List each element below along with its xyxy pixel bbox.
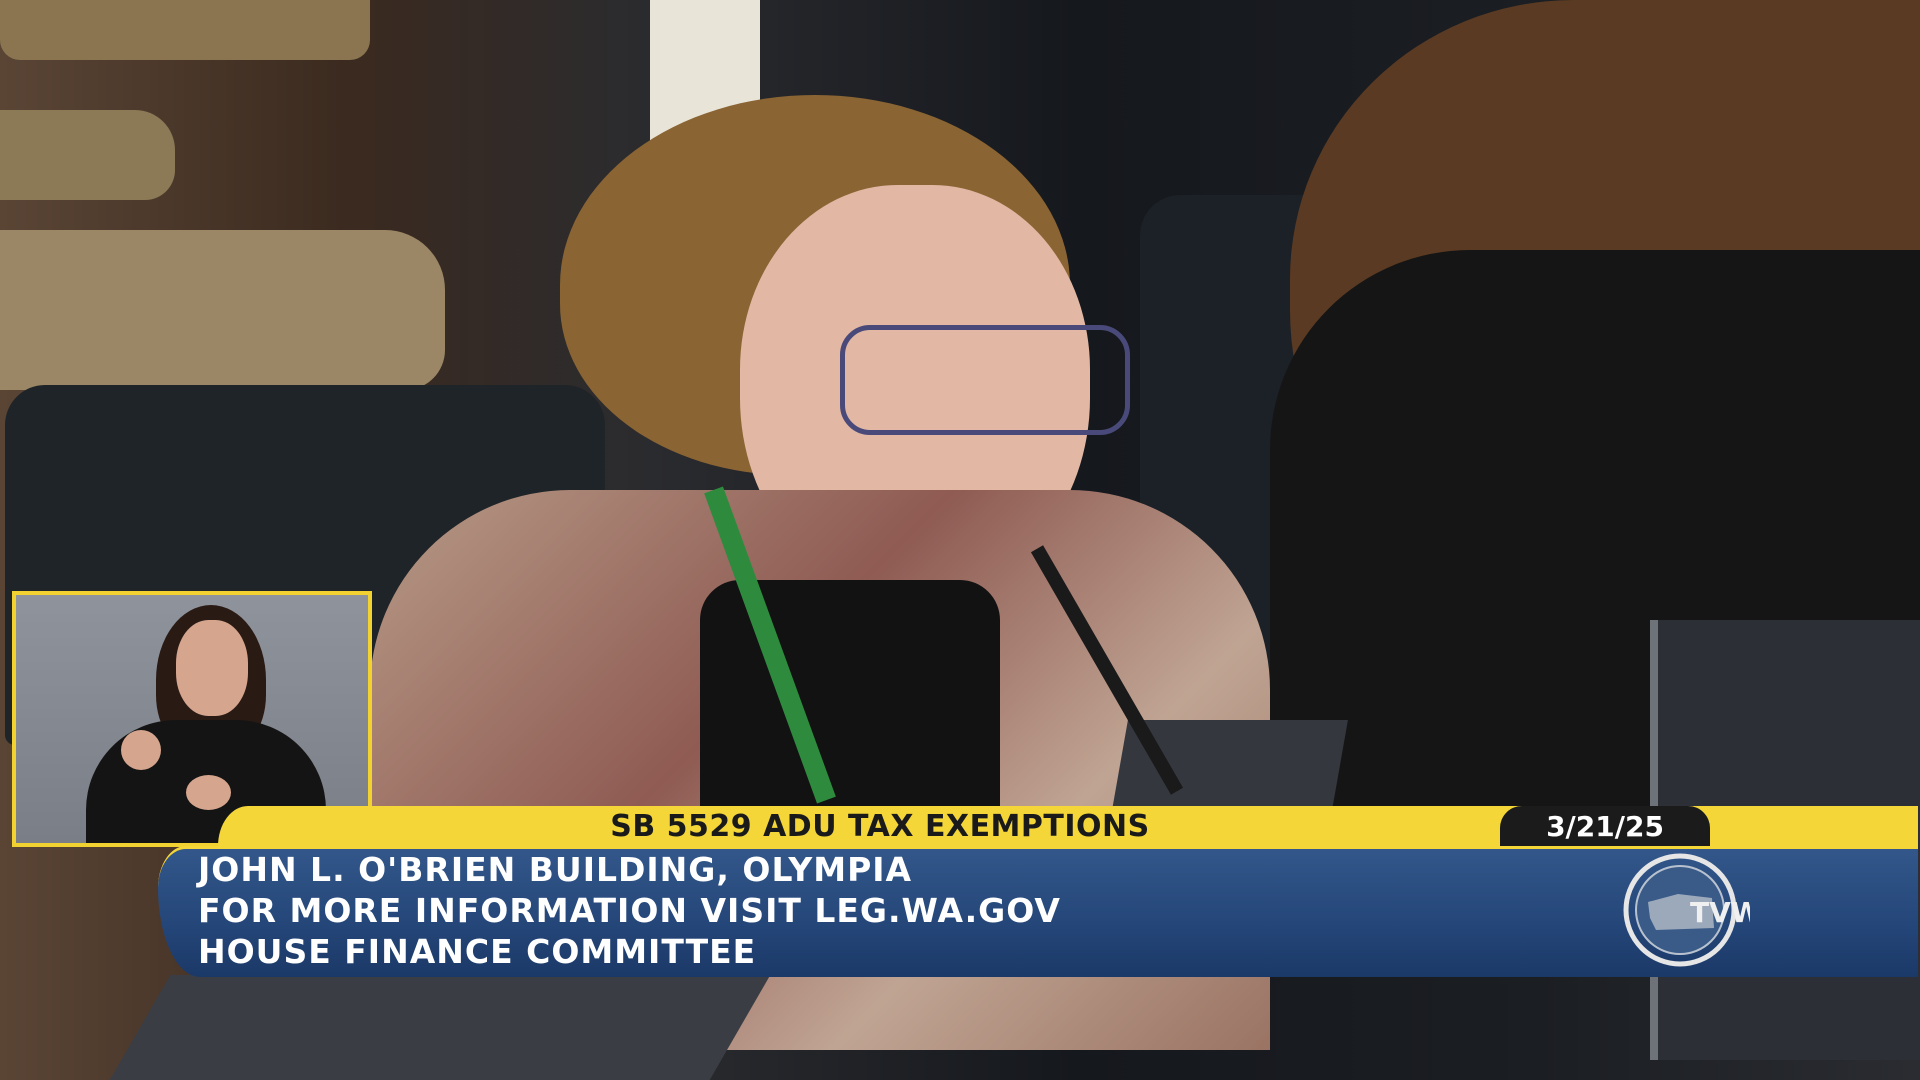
background-chair-seat bbox=[0, 230, 445, 390]
interpreter-hand-2 bbox=[186, 775, 231, 810]
speaker-glasses bbox=[840, 325, 1130, 435]
topic-title: SB 5529 ADU TAX EXEMPTIONS bbox=[610, 808, 1150, 844]
broadcast-date: 3/21/25 bbox=[1500, 806, 1710, 846]
info-line-committee: HOUSE FINANCE COMMITTEE bbox=[198, 932, 757, 971]
monitor-bottom-left bbox=[109, 975, 771, 1080]
background-chair-arm bbox=[0, 110, 175, 200]
svg-text:TVW: TVW bbox=[1690, 896, 1750, 929]
interpreter-hand bbox=[121, 730, 161, 770]
info-line-location: JOHN L. O'BRIEN BUILDING, OLYMPIA bbox=[198, 850, 913, 889]
interpreter-face bbox=[176, 620, 248, 716]
info-lines: JOHN L. O'BRIEN BUILDING, OLYMPIA FOR MO… bbox=[198, 849, 1498, 972]
tvw-logo-icon: TVW bbox=[1623, 853, 1750, 967]
info-line-website: FOR MORE INFORMATION VISIT LEG.WA.GOV bbox=[198, 891, 1061, 930]
background-chair-back bbox=[0, 0, 370, 60]
